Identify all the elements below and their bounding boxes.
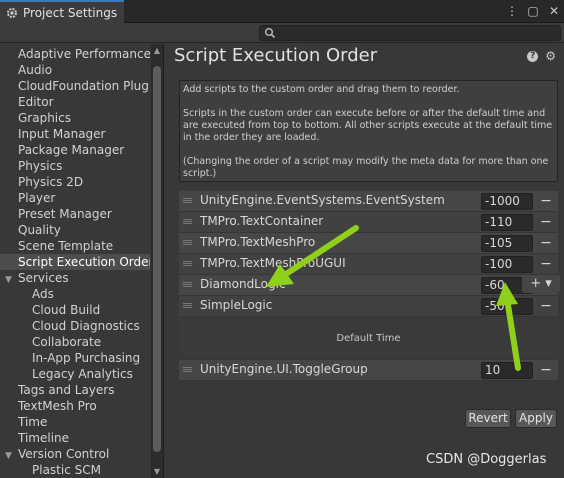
settings-sidebar: Adaptive Performance Audio CloudFoundati…: [0, 44, 163, 478]
remove-script-button[interactable]: −: [539, 191, 553, 211]
sidebar-item-collaborate[interactable]: Collaborate: [0, 334, 150, 350]
script-name: TMPro.TextMeshProUGUI: [200, 256, 346, 270]
settings-category-list: Adaptive Performance Audio CloudFoundati…: [0, 46, 150, 478]
apply-button[interactable]: Apply: [515, 409, 557, 428]
sidebar-item-scene-template[interactable]: Scene Template: [0, 238, 150, 254]
settings-content: Script Execution Order ? ⚙ Add scripts t…: [164, 44, 564, 478]
sidebar-item-legacy-analytics[interactable]: Legacy Analytics: [0, 366, 150, 382]
sidebar-item-audio[interactable]: Audio: [0, 62, 150, 78]
drag-handle-icon[interactable]: [183, 282, 192, 287]
drag-handle-icon[interactable]: [183, 240, 192, 245]
tab-title: Project Settings: [23, 5, 118, 20]
sidebar-item-cloudfoundation-plugin[interactable]: CloudFoundation Plugin: [0, 78, 150, 94]
sidebar-item-adaptive-performance[interactable]: Adaptive Performance: [0, 46, 150, 62]
script-name: UnityEngine.UI.ToggleGroup: [200, 362, 368, 376]
default-time-separator: Default Time: [179, 317, 558, 360]
sidebar-group-label: Services: [18, 271, 69, 285]
help-text: (Changing the order of a script may modi…: [183, 156, 549, 179]
revert-button[interactable]: Revert: [465, 409, 511, 428]
page-title: Script Execution Order: [174, 45, 378, 66]
sidebar-item-tags-and-layers[interactable]: Tags and Layers: [0, 382, 150, 398]
drag-handle-icon[interactable]: [183, 261, 192, 266]
window-title-bar: Project Settings ⋮ ▢ ✕: [0, 0, 564, 23]
script-name: TMPro.TextMeshPro: [200, 235, 316, 249]
sidebar-item-plastic-scm[interactable]: Plastic SCM: [0, 462, 150, 478]
script-order-list: UnityEngine.EventSystems.EventSystem -10…: [179, 191, 558, 381]
script-row[interactable]: UnityEngine.UI.ToggleGroup 10 −: [179, 360, 558, 381]
sidebar-scrollbar[interactable]: ▲ ▼: [151, 44, 163, 478]
order-value-field[interactable]: -100: [481, 256, 533, 273]
remove-script-button[interactable]: −: [539, 254, 553, 274]
script-name: DiamondLogic: [200, 277, 286, 291]
script-row[interactable]: UnityEngine.EventSystems.EventSystem -10…: [179, 191, 558, 212]
script-name: SimpleLogic: [200, 298, 273, 312]
sidebar-item-player[interactable]: Player: [0, 190, 150, 206]
script-row[interactable]: DiamondLogic -60 −: [179, 275, 558, 296]
sidebar-item-ads[interactable]: Ads: [0, 286, 150, 302]
caret-down-icon[interactable]: ▼: [5, 272, 18, 286]
maximize-icon[interactable]: ▢: [527, 3, 539, 19]
drag-handle-icon[interactable]: [183, 219, 192, 224]
close-icon[interactable]: ✕: [548, 3, 560, 19]
sidebar-item-input-manager[interactable]: Input Manager: [0, 126, 150, 142]
gear-icon: [7, 7, 17, 18]
watermark: CSDN @Doggerlas: [426, 452, 547, 467]
sidebar-item-textmesh-pro[interactable]: TextMesh Pro: [0, 398, 150, 414]
sidebar-item-in-app-purchasing[interactable]: In-App Purchasing: [0, 350, 150, 366]
sidebar-item-time[interactable]: Time: [0, 414, 150, 430]
scroll-down-icon[interactable]: ▼: [151, 467, 163, 476]
help-text: Scripts in the custom order can execute …: [183, 108, 553, 143]
scrollbar-thumb[interactable]: [153, 66, 161, 452]
order-value-field[interactable]: -1000: [481, 193, 533, 210]
sidebar-item-physics[interactable]: Physics: [0, 158, 150, 174]
script-name: TMPro.TextContainer: [200, 214, 324, 228]
settings-gear-icon[interactable]: ⚙: [545, 50, 556, 62]
order-value-field[interactable]: -105: [481, 235, 533, 252]
script-row[interactable]: TMPro.TextMeshPro -105 −: [179, 233, 558, 254]
sidebar-item-editor[interactable]: Editor: [0, 94, 150, 110]
script-row[interactable]: TMPro.TextContainer -110 −: [179, 212, 558, 233]
sidebar-item-cloud-diagnostics[interactable]: Cloud Diagnostics: [0, 318, 150, 334]
sidebar-group-version-control[interactable]: ▼ Version Control: [0, 446, 150, 462]
order-value-field[interactable]: -110: [481, 214, 533, 231]
sidebar-item-graphics[interactable]: Graphics: [0, 110, 150, 126]
sidebar-item-package-manager[interactable]: Package Manager: [0, 142, 150, 158]
remove-script-button[interactable]: −: [539, 212, 553, 232]
more-options-icon[interactable]: ⋮: [506, 3, 518, 19]
sidebar-item-preset-manager[interactable]: Preset Manager: [0, 206, 150, 222]
sidebar-item-script-execution-order[interactable]: Script Execution Order: [0, 254, 150, 270]
search-input[interactable]: [259, 25, 561, 41]
remove-script-button[interactable]: −: [539, 233, 553, 253]
project-settings-tab[interactable]: Project Settings: [0, 0, 124, 23]
sidebar-item-cloud-build[interactable]: Cloud Build: [0, 302, 150, 318]
sidebar-item-quality[interactable]: Quality: [0, 222, 150, 238]
help-icon[interactable]: ?: [527, 51, 539, 62]
add-script-button[interactable]: + ▾: [522, 275, 560, 293]
drag-handle-icon[interactable]: [183, 198, 192, 203]
drag-handle-icon[interactable]: [183, 367, 192, 372]
sidebar-group-label: Version Control: [18, 447, 110, 461]
script-row[interactable]: TMPro.TextMeshProUGUI -100 −: [179, 254, 558, 275]
search-icon: [265, 28, 276, 39]
help-text: Add scripts to the custom order and drag…: [183, 84, 460, 95]
help-box: Add scripts to the custom order and drag…: [179, 80, 558, 182]
sidebar-group-services[interactable]: ▼ Services: [0, 270, 150, 286]
order-value-field[interactable]: 10: [481, 362, 533, 379]
drag-handle-icon[interactable]: [183, 303, 192, 308]
script-name: UnityEngine.EventSystems.EventSystem: [200, 193, 445, 207]
sidebar-item-timeline[interactable]: Timeline: [0, 430, 150, 446]
script-row[interactable]: SimpleLogic -50 −: [179, 296, 558, 317]
caret-down-icon[interactable]: ▼: [5, 448, 18, 462]
remove-script-button[interactable]: −: [539, 360, 553, 380]
scroll-up-icon[interactable]: ▲: [151, 46, 163, 55]
settings-toolbar: [0, 23, 564, 43]
order-value-field[interactable]: -50: [481, 298, 533, 315]
sidebar-item-physics-2d[interactable]: Physics 2D: [0, 174, 150, 190]
remove-script-button[interactable]: −: [539, 296, 553, 316]
